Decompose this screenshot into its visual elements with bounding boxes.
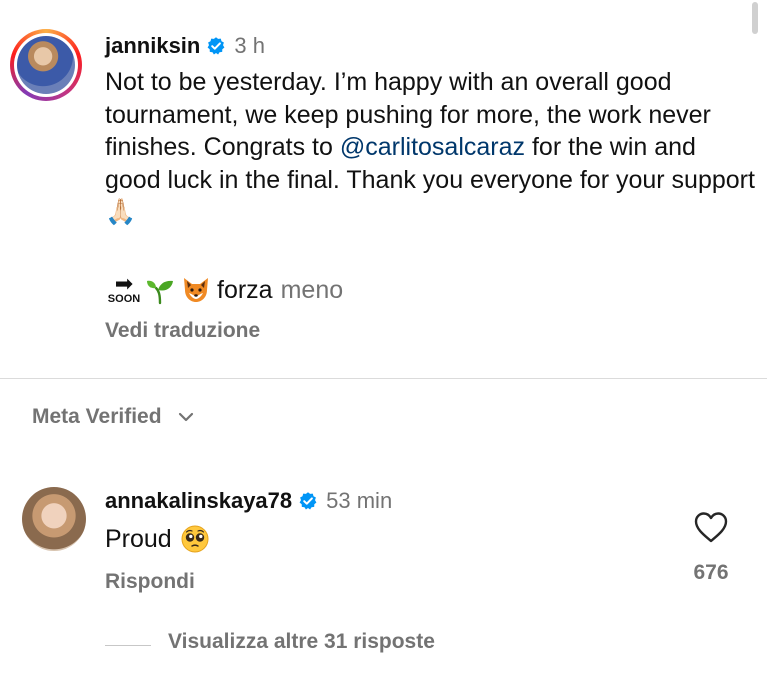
- meta-verified-toggle[interactable]: Meta Verified: [32, 402, 196, 432]
- comment-header: annakalinskaya78 53 min: [105, 486, 392, 516]
- see-less-link[interactable]: meno: [281, 276, 344, 305]
- soon-arrow-emoji-icon: ➡ SOON: [107, 271, 141, 306]
- post-caption-section: janniksin 3 h Not to be yesterday. I’m h…: [0, 0, 767, 378]
- caption-mention-link[interactable]: @carlitosalcaraz: [340, 133, 525, 161]
- comment-like-count: 676: [693, 561, 729, 584]
- seedling-emoji-icon: [147, 280, 173, 305]
- caption-signoff: ➡ SOON forza meno: [105, 272, 343, 308]
- post-header: janniksin 3 h: [105, 31, 265, 61]
- heart-outline-icon[interactable]: [693, 510, 729, 544]
- verified-badge-icon: [207, 37, 225, 55]
- comment-time: 53 min: [326, 488, 393, 513]
- verified-badge-icon: [299, 492, 317, 510]
- post-time: 3 h: [234, 33, 265, 58]
- folded-hands-emoji-icon: 🙏🏻: [105, 197, 137, 226]
- signoff-forza: forza: [217, 275, 273, 304]
- reply-button[interactable]: Rispondi: [105, 570, 195, 594]
- section-divider: [0, 378, 767, 379]
- meta-verified-label: Meta Verified: [32, 405, 162, 428]
- see-translation-link[interactable]: Vedi traduzione: [105, 319, 260, 343]
- post-username[interactable]: janniksin: [105, 33, 200, 59]
- pleading-face-emoji-icon: [181, 525, 209, 553]
- comment-username[interactable]: annakalinskaya78: [105, 488, 292, 514]
- comment-author-avatar[interactable]: [22, 487, 86, 551]
- view-more-replies-button[interactable]: Visualizza altre 31 risposte: [168, 630, 435, 654]
- post-caption: Not to be yesterday. I’m happy with an o…: [105, 66, 755, 229]
- scrollbar-thumb[interactable]: [752, 2, 758, 34]
- chevron-down-icon: [178, 412, 193, 422]
- comment-text: Proud: [105, 522, 210, 556]
- comment-body: Proud: [105, 525, 172, 553]
- fox-emoji-icon: [184, 278, 208, 302]
- replies-divider-line: [105, 645, 151, 646]
- post-author-avatar[interactable]: [10, 29, 82, 101]
- avatar-photo: [17, 36, 75, 94]
